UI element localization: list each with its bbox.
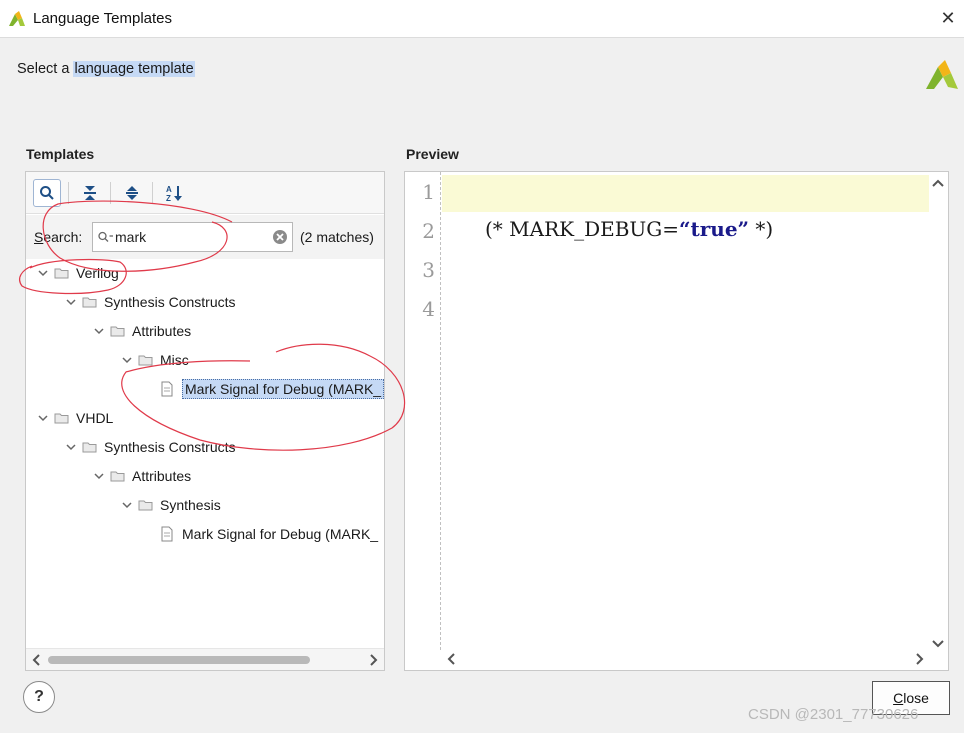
folder-icon [138, 500, 153, 511]
svg-text:A: A [166, 185, 172, 194]
preview-panel: 1 2 3 4 (* MARK_DEBUG=“true” *) [404, 171, 949, 671]
watermark: CSDN @2301_77730626 [748, 706, 919, 723]
tree-folder-node[interactable]: Attributes [92, 464, 191, 488]
tree-node-label: Verilog [76, 265, 119, 281]
tree-folder-node[interactable]: VHDL [36, 406, 113, 430]
folder-icon [110, 326, 125, 337]
search-row: Search: (2 matches) [26, 215, 384, 259]
svg-text:Z: Z [166, 194, 171, 202]
tree-folder-node[interactable]: Synthesis Constructs [64, 435, 236, 459]
folder-icon [138, 355, 153, 366]
sort-az-icon: A Z [166, 185, 182, 202]
instruction-highlight: language template [73, 61, 195, 77]
preview-vscrollbar[interactable] [928, 172, 948, 650]
code-line: (* MARK_DEBUG=“true” *) [485, 217, 774, 241]
folder-icon [54, 413, 69, 424]
line-number: 1 [422, 180, 435, 204]
line-number: 2 [422, 219, 435, 243]
line-number: 4 [422, 297, 435, 321]
collapse-all-icon [84, 186, 96, 200]
vivado-logo-icon [9, 11, 25, 26]
tree-template-node[interactable]: Mark Signal for Debug (MARK_ [160, 377, 384, 401]
preview-label: Preview [406, 146, 459, 162]
expand-all-icon [126, 186, 138, 200]
chevron-down-icon[interactable] [36, 266, 50, 280]
templates-label: Templates [26, 146, 95, 162]
scroll-thumb[interactable] [48, 656, 310, 664]
scroll-left-icon[interactable] [445, 652, 459, 666]
tree-folder-node[interactable]: Verilog [36, 261, 119, 285]
search-box[interactable] [92, 222, 293, 252]
scroll-down-icon[interactable] [931, 636, 945, 650]
tree-node-label: Synthesis Constructs [104, 439, 236, 455]
tree-node-label: VHDL [76, 410, 114, 426]
match-count: (2 matches) [300, 229, 374, 245]
sort-button[interactable]: A Z [160, 179, 188, 207]
close-icon[interactable]: ✕ [936, 6, 960, 30]
header-band [0, 39, 964, 133]
folder-icon [82, 442, 97, 453]
search-small-icon [98, 231, 113, 242]
title-bar: Language Templates ✕ [0, 0, 964, 38]
chevron-down-icon[interactable] [120, 498, 134, 512]
help-button[interactable]: ? [23, 681, 55, 713]
line-number: 3 [422, 258, 435, 282]
window-title: Language Templates [33, 10, 172, 27]
chevron-down-icon[interactable] [64, 295, 78, 309]
document-icon [161, 526, 173, 542]
folder-icon [54, 268, 69, 279]
line-number-gutter: 1 2 3 4 [405, 172, 441, 650]
scroll-up-icon[interactable] [931, 177, 945, 191]
current-line-highlight [442, 175, 929, 212]
scroll-right-icon[interactable] [912, 652, 926, 666]
clear-search-icon[interactable] [272, 229, 288, 245]
templates-toolbar: A Z [26, 172, 384, 214]
chevron-down-icon[interactable] [92, 324, 106, 338]
scroll-left-icon[interactable] [30, 653, 44, 667]
vivado-brand-icon [926, 60, 958, 89]
tree-template-node[interactable]: Mark Signal for Debug (MARK_ [160, 522, 378, 546]
chevron-down-icon[interactable] [64, 440, 78, 454]
tree-node-label: Attributes [132, 468, 192, 484]
tree-node-label: Mark Signal for Debug (MARK_ [182, 526, 379, 542]
tree-node-label: Synthesis Constructs [104, 294, 236, 310]
tree-node-label: Attributes [132, 323, 192, 339]
chevron-down-icon[interactable] [36, 411, 50, 425]
preview-hscrollbar[interactable] [441, 648, 930, 670]
tree-node-label: Synthesis [160, 497, 221, 513]
instruction-prefix: Select a [17, 61, 70, 77]
dialog-instruction: Select a language template [17, 61, 195, 77]
tree-folder-node[interactable]: Synthesis [120, 493, 221, 517]
collapse-all-button[interactable] [76, 179, 104, 207]
code-string: “true” [679, 217, 750, 241]
chevron-down-icon[interactable] [92, 469, 106, 483]
tree-node-label: Mark Signal for Debug (MARK_ [182, 379, 384, 399]
scroll-right-icon[interactable] [366, 653, 380, 667]
tree-folder-node[interactable]: Misc [120, 348, 189, 372]
expand-all-button[interactable] [118, 179, 146, 207]
search-toggle-button[interactable] [33, 179, 61, 207]
tree-node-label: Misc [160, 352, 189, 368]
folder-icon [110, 471, 125, 482]
search-input[interactable] [115, 227, 265, 247]
template-tree: Verilog Synthesis Constructs Attributes Mis… [26, 260, 384, 650]
folder-icon [82, 297, 97, 308]
chevron-down-icon[interactable] [120, 353, 134, 367]
tree-folder-node[interactable]: Synthesis Constructs [64, 290, 236, 314]
document-icon [161, 381, 173, 397]
templates-hscrollbar[interactable] [26, 648, 384, 670]
search-label: Search: [34, 229, 83, 245]
tree-folder-node[interactable]: Attributes [92, 319, 191, 343]
templates-panel: A Z Search: (2 matches) Verilog Synthesis… [25, 171, 385, 671]
search-icon [40, 186, 54, 200]
